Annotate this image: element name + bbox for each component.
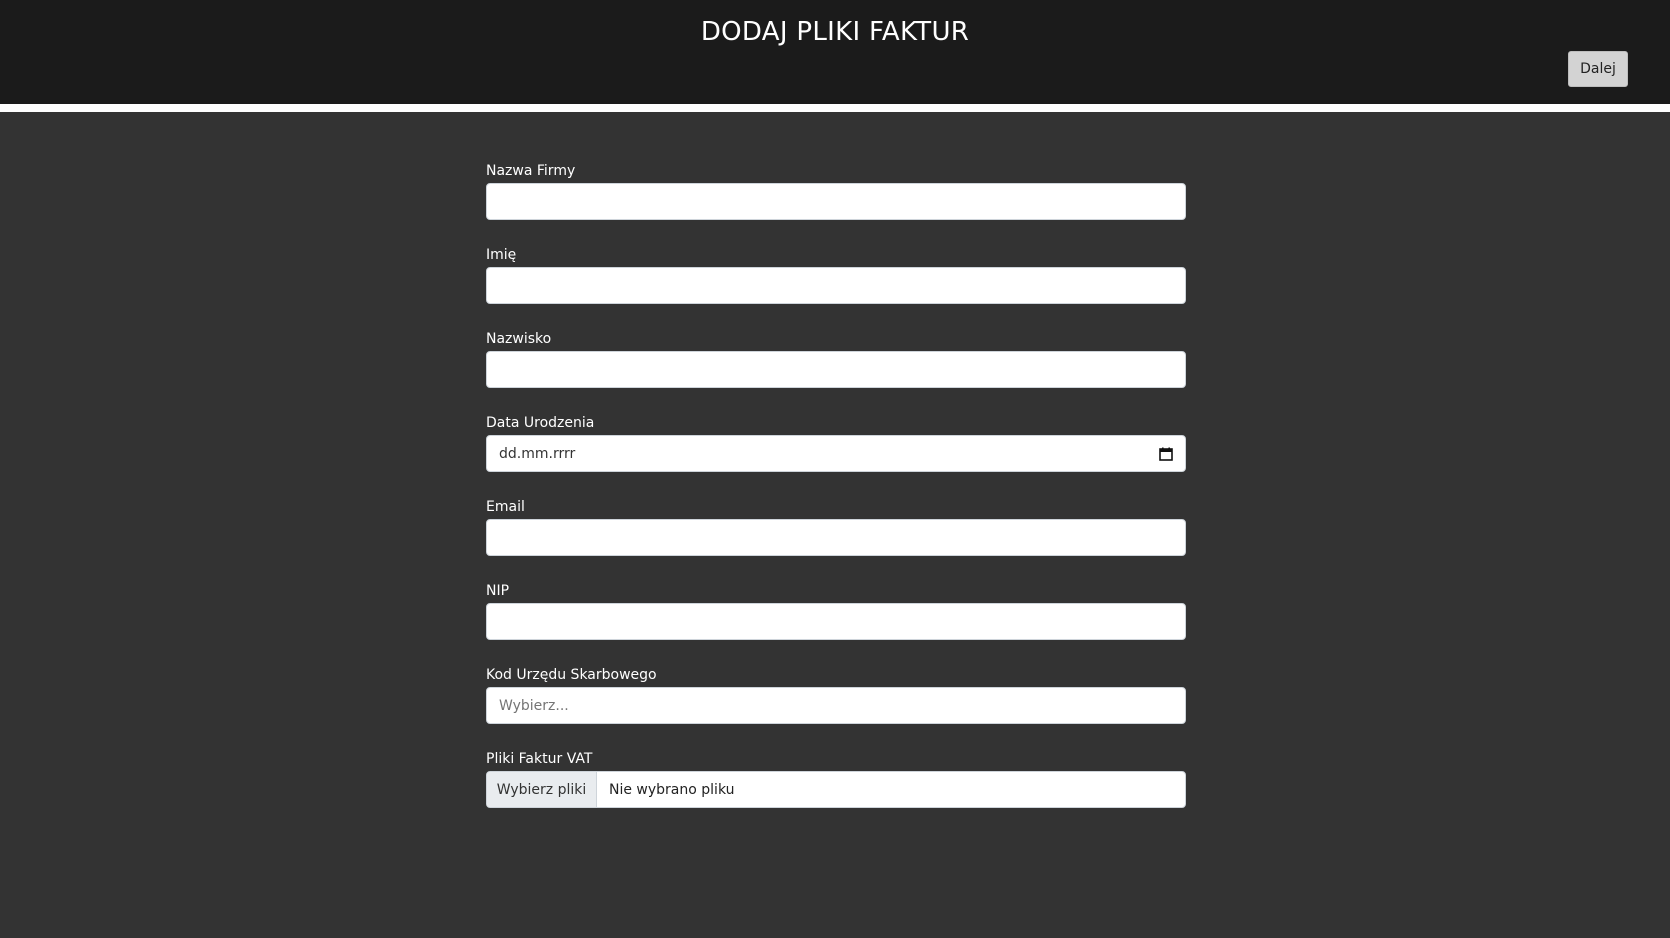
file-status-text: Nie wybrano pliku bbox=[609, 781, 735, 798]
last-name-field: Nazwisko bbox=[486, 329, 1186, 413]
invoice-files-input[interactable]: Wybierz pliki Nie wybrano pliku bbox=[486, 771, 1186, 808]
page-title: DODAJ PLIKI FAKTUR bbox=[700, 17, 970, 47]
last-name-label: Nazwisko bbox=[486, 331, 552, 347]
tax-office-placeholder: Wybierz... bbox=[499, 697, 569, 714]
invoice-files-label: Pliki Faktur VAT bbox=[486, 751, 593, 767]
email-label: Email bbox=[486, 499, 525, 515]
first-name-label: Imię bbox=[486, 247, 517, 263]
birth-date-input[interactable]: dd.mm.rrrr bbox=[486, 435, 1186, 472]
email-input[interactable] bbox=[486, 519, 1186, 556]
birth-date-field: Data Urodzenia dd.mm.rrrr bbox=[486, 413, 1186, 497]
invoice-files-field: Pliki Faktur VAT Wybierz pliki Nie wybra… bbox=[486, 749, 1186, 833]
first-name-input[interactable] bbox=[486, 267, 1186, 304]
choose-files-button[interactable]: Wybierz pliki bbox=[487, 772, 597, 807]
tax-office-field: Kod Urzędu Skarbowego Wybierz... bbox=[486, 665, 1186, 749]
tax-office-select[interactable]: Wybierz... bbox=[486, 687, 1186, 724]
company-name-field: Nazwa Firmy bbox=[486, 161, 1186, 245]
nip-label: NIP bbox=[486, 583, 510, 599]
next-button[interactable]: Dalej bbox=[1568, 51, 1628, 87]
nip-field: NIP bbox=[486, 581, 1186, 665]
tax-office-label: Kod Urzędu Skarbowego bbox=[486, 667, 657, 683]
nip-input[interactable] bbox=[486, 603, 1186, 640]
invoice-form: Nazwa Firmy Imię Nazwisko Data Urodzenia… bbox=[486, 161, 1186, 833]
birth-date-placeholder: dd.mm.rrrr bbox=[499, 445, 576, 462]
company-name-label: Nazwa Firmy bbox=[486, 163, 576, 179]
calendar-icon[interactable] bbox=[1159, 447, 1173, 461]
first-name-field: Imię bbox=[486, 245, 1186, 329]
header: DODAJ PLIKI FAKTUR Dalej bbox=[0, 0, 1670, 112]
company-name-input[interactable] bbox=[486, 183, 1186, 220]
birth-date-label: Data Urodzenia bbox=[486, 415, 595, 431]
email-field: Email bbox=[486, 497, 1186, 581]
last-name-input[interactable] bbox=[486, 351, 1186, 388]
